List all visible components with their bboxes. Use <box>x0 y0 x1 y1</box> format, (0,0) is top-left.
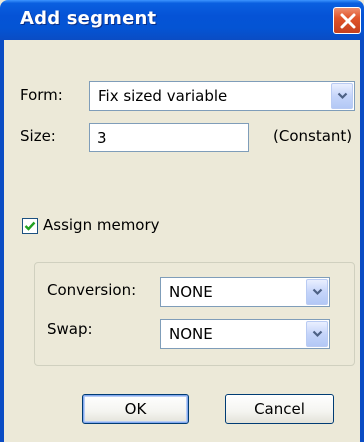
window-title: Add segment <box>20 8 157 29</box>
conversion-select[interactable]: NONE <box>160 277 330 307</box>
window-frame-left <box>0 40 4 442</box>
form-label: Form: <box>20 86 63 104</box>
window-frame-right <box>360 40 364 442</box>
close-icon <box>340 13 356 29</box>
checkmark-icon <box>24 221 36 231</box>
assign-memory-label[interactable]: Assign memory <box>43 216 160 234</box>
add-segment-dialog: Add segment Form: Fix sized variable Siz… <box>0 0 364 442</box>
chevron-down-icon <box>337 92 348 100</box>
conversion-dropdown-button[interactable] <box>306 279 328 305</box>
cancel-button[interactable]: Cancel <box>225 394 334 424</box>
title-bar[interactable]: Add segment <box>0 0 364 40</box>
size-field[interactable] <box>89 123 249 152</box>
conversion-select-value: NONE <box>169 283 213 301</box>
swap-select[interactable]: NONE <box>160 319 330 349</box>
ok-button[interactable]: OK <box>82 394 189 424</box>
swap-dropdown-button[interactable] <box>306 321 328 347</box>
swap-select-value: NONE <box>169 325 213 343</box>
size-input[interactable] <box>90 124 248 151</box>
chevron-down-icon <box>312 330 323 338</box>
conversion-label: Conversion: <box>47 281 137 299</box>
size-note: (Constant) <box>273 127 353 145</box>
swap-label: Swap: <box>47 320 93 338</box>
form-select[interactable]: Fix sized variable <box>89 81 355 111</box>
chevron-down-icon <box>312 288 323 296</box>
form-select-value: Fix sized variable <box>98 87 228 105</box>
close-button[interactable] <box>333 7 361 34</box>
assign-memory-checkbox[interactable] <box>22 218 38 234</box>
form-dropdown-button[interactable] <box>331 83 353 109</box>
size-label: Size: <box>20 127 56 145</box>
